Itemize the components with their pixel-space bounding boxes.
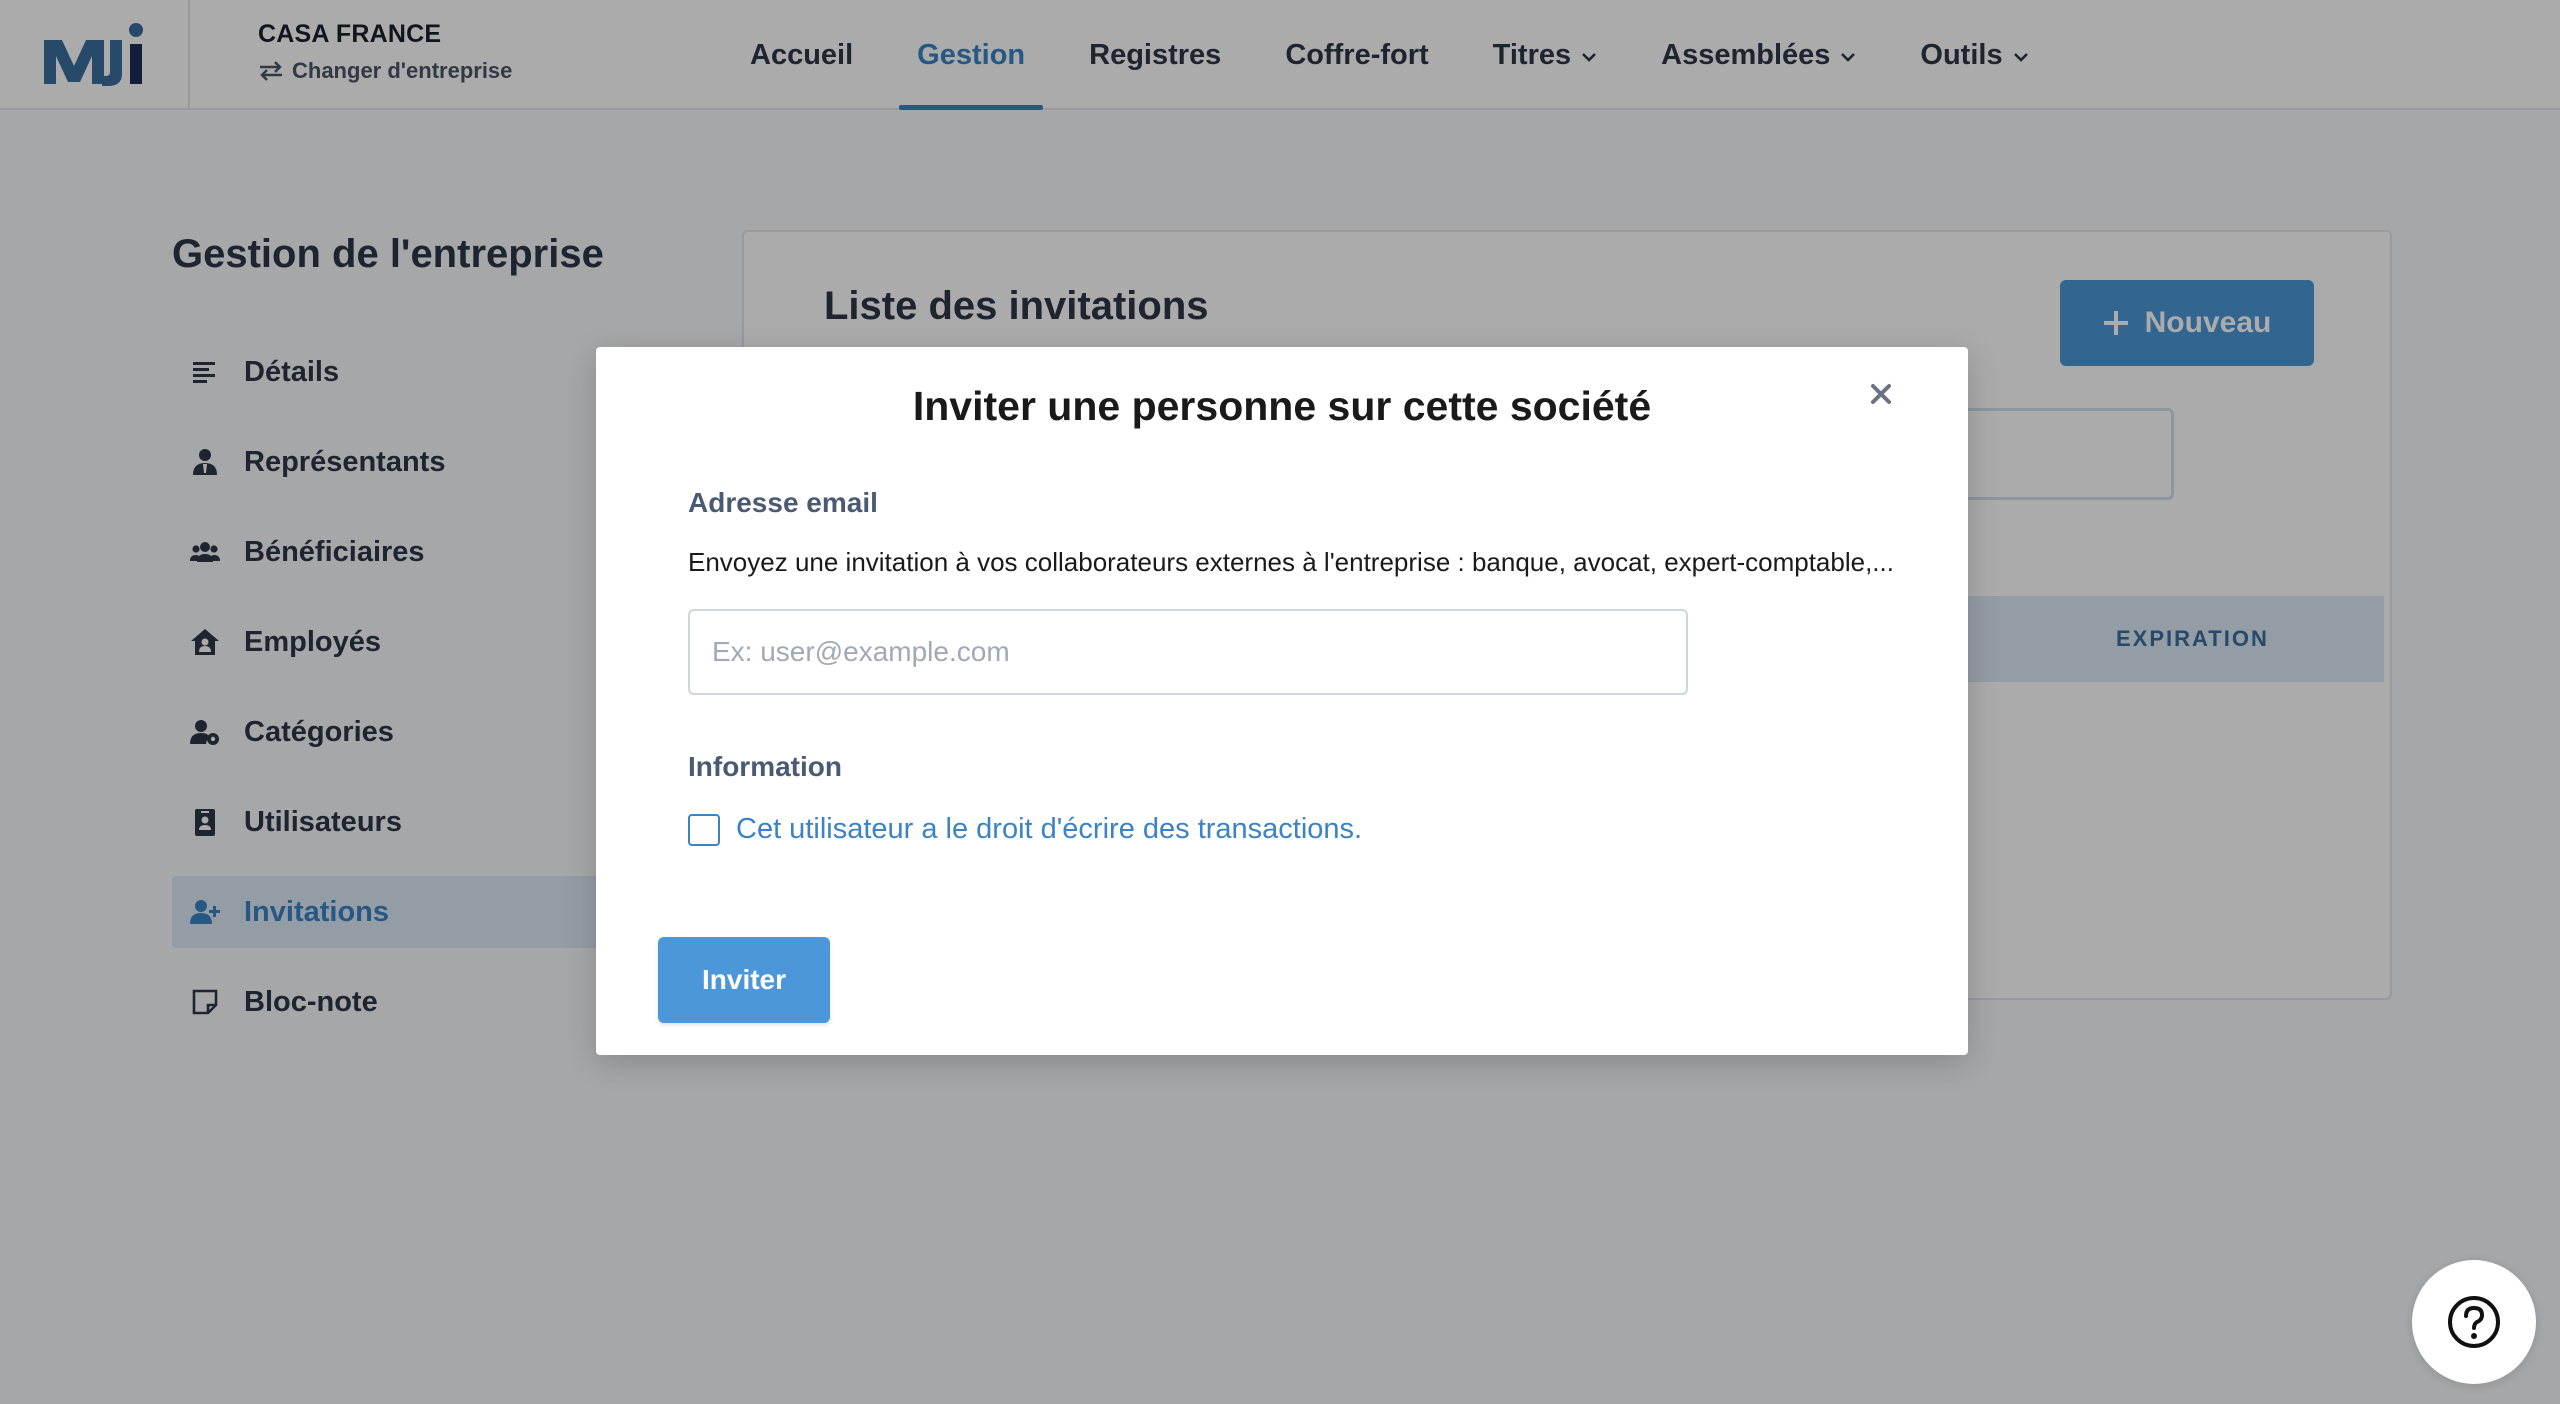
write-transactions-option[interactable]: Cet utilisateur a le droit d'écrire des … — [688, 813, 1362, 846]
email-field-label: Adresse email — [688, 487, 878, 518]
close-icon[interactable] — [1864, 377, 1898, 411]
invite-button[interactable]: Inviter — [658, 937, 830, 1023]
modal-title: Inviter une personne sur cette société — [912, 383, 1652, 429]
email-field[interactable] — [688, 609, 1688, 695]
invite-modal: Inviter une personne sur cette société A… — [596, 347, 1968, 1055]
question-circle-icon — [2448, 1296, 2500, 1348]
email-help-text: Envoyez une invitation à vos collaborate… — [688, 547, 1894, 577]
help-button[interactable] — [2412, 1260, 2536, 1384]
write-transactions-checkbox[interactable] — [688, 813, 720, 846]
write-transactions-label[interactable]: Cet utilisateur a le droit d'écrire des … — [736, 813, 1362, 846]
information-label: Information — [688, 751, 842, 782]
